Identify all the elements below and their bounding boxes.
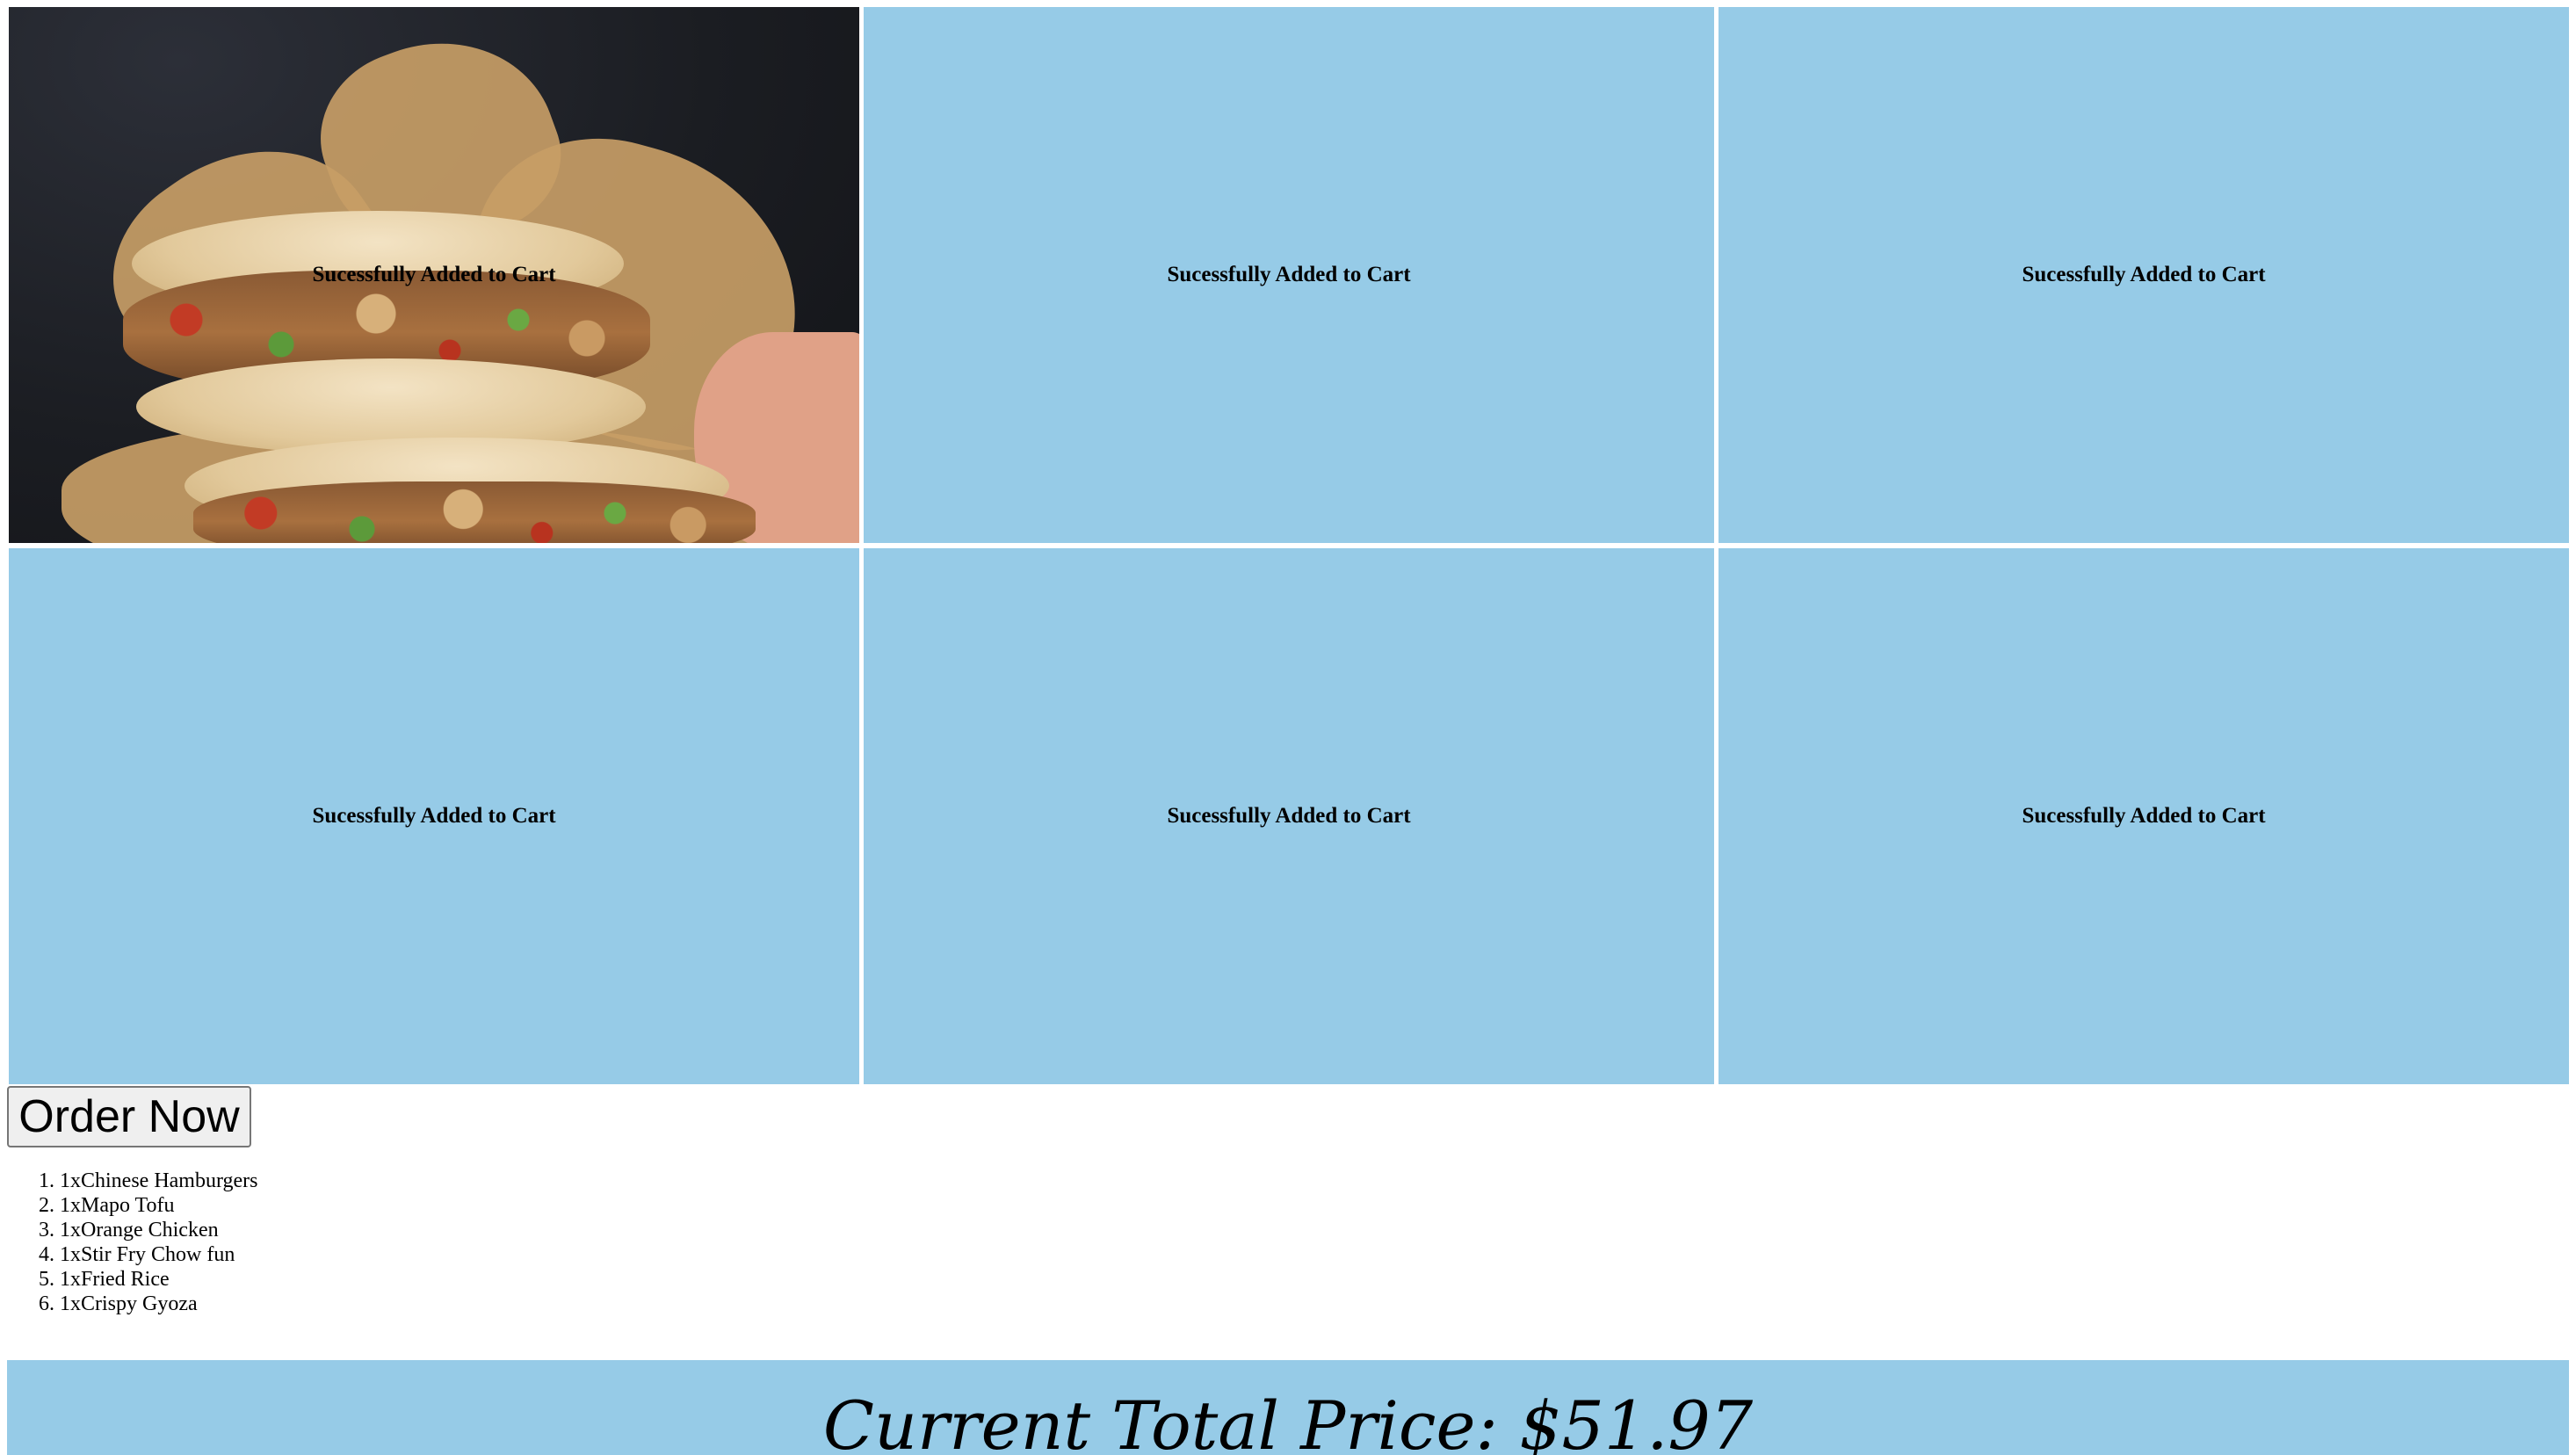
menu-tile-stir-fry-chow-fun[interactable]: Sucessfully Added to Cart [9,548,859,1084]
menu-tile-chinese-hamburgers[interactable]: Sucessfully Added to Cart [9,7,859,543]
order-now-button[interactable]: Order Now [7,1086,251,1147]
total-price-text: Current Total Price: $51.97 [822,1386,1754,1455]
cart-item: 1xCrispy Gyoza [60,1292,258,1316]
cart-item: 1xOrange Chicken [60,1218,258,1242]
tile-status-label: Sucessfully Added to Cart [312,263,556,286]
menu-grid: Sucessfully Added to Cart Sucessfully Ad… [9,7,2569,1084]
cart-item: 1xStir Fry Chow fun [60,1242,258,1267]
tile-status-label: Sucessfully Added to Cart [1167,804,1411,828]
cart-item: 1xChinese Hamburgers [60,1169,258,1193]
tile-status-label: Sucessfully Added to Cart [312,804,556,828]
menu-tile-orange-chicken[interactable]: Sucessfully Added to Cart [1719,7,2569,543]
tile-status-label: Sucessfully Added to Cart [1167,263,1411,286]
tile-status-label: Sucessfully Added to Cart [2022,804,2266,828]
menu-tile-mapo-tofu[interactable]: Sucessfully Added to Cart [864,7,1714,543]
cart-item: 1xFried Rice [60,1267,258,1292]
total-price-bar: Current Total Price: $51.97 [7,1360,2569,1455]
cart-item: 1xMapo Tofu [60,1193,258,1218]
tile-status-label: Sucessfully Added to Cart [2022,263,2266,286]
menu-tile-fried-rice[interactable]: Sucessfully Added to Cart [864,548,1714,1084]
cart-list: 1xChinese Hamburgers 1xMapo Tofu 1xOrang… [7,1169,258,1316]
menu-tile-crispy-gyoza[interactable]: Sucessfully Added to Cart [1719,548,2569,1084]
